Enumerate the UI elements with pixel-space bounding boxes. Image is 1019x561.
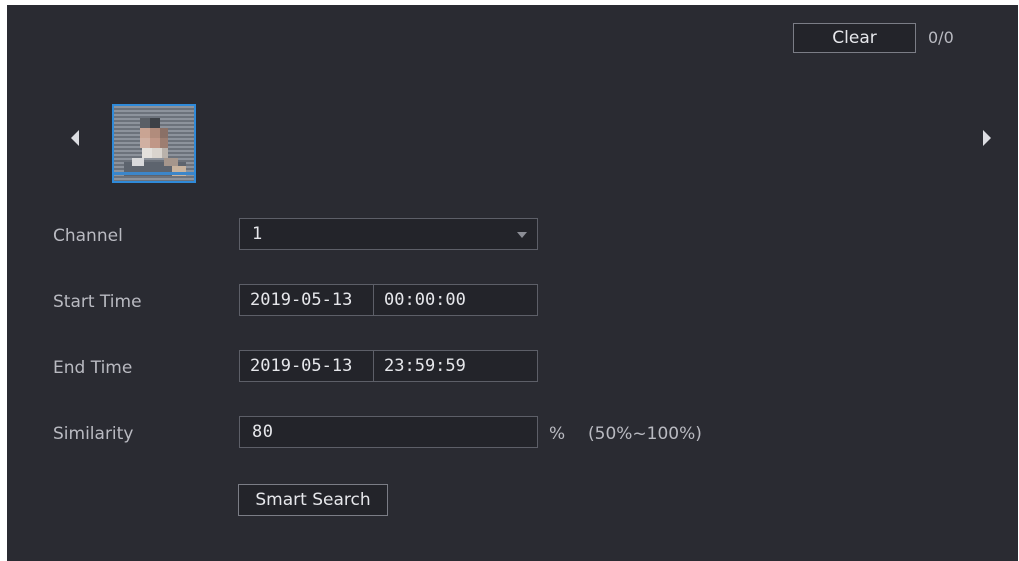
smart-search-button[interactable]: Smart Search <box>238 484 388 516</box>
face-thumbnail[interactable] <box>112 104 196 183</box>
end-time-input[interactable]: 23:59:59 <box>374 351 476 381</box>
end-time-field[interactable]: 2019-05-13 23:59:59 <box>239 350 538 382</box>
result-counter: 0/0 <box>928 28 954 47</box>
triangle-right-icon[interactable] <box>983 130 991 146</box>
start-date-input[interactable]: 2019-05-13 <box>240 285 374 315</box>
triangle-left-icon[interactable] <box>71 130 79 146</box>
clear-button[interactable]: Clear <box>793 23 916 53</box>
face-image <box>114 106 194 181</box>
end-time-label: End Time <box>53 358 133 378</box>
similarity-range: (50%~100%) <box>588 424 702 444</box>
similarity-input[interactable]: 80 <box>239 416 538 448</box>
similarity-value: 80 <box>252 422 274 442</box>
face-search-panel: Clear 0/0 Channel 1 Start Time 2019-05-1… <box>7 5 1018 561</box>
start-time-field[interactable]: 2019-05-13 00:00:00 <box>239 284 538 316</box>
similarity-label: Similarity <box>53 424 134 444</box>
channel-select[interactable]: 1 <box>239 218 538 250</box>
channel-label: Channel <box>53 226 123 246</box>
chevron-down-icon <box>517 232 527 238</box>
similarity-unit: % <box>549 424 566 444</box>
start-time-input[interactable]: 00:00:00 <box>374 285 476 315</box>
end-date-input[interactable]: 2019-05-13 <box>240 351 374 381</box>
start-time-label: Start Time <box>53 292 142 312</box>
channel-value: 1 <box>252 224 263 244</box>
